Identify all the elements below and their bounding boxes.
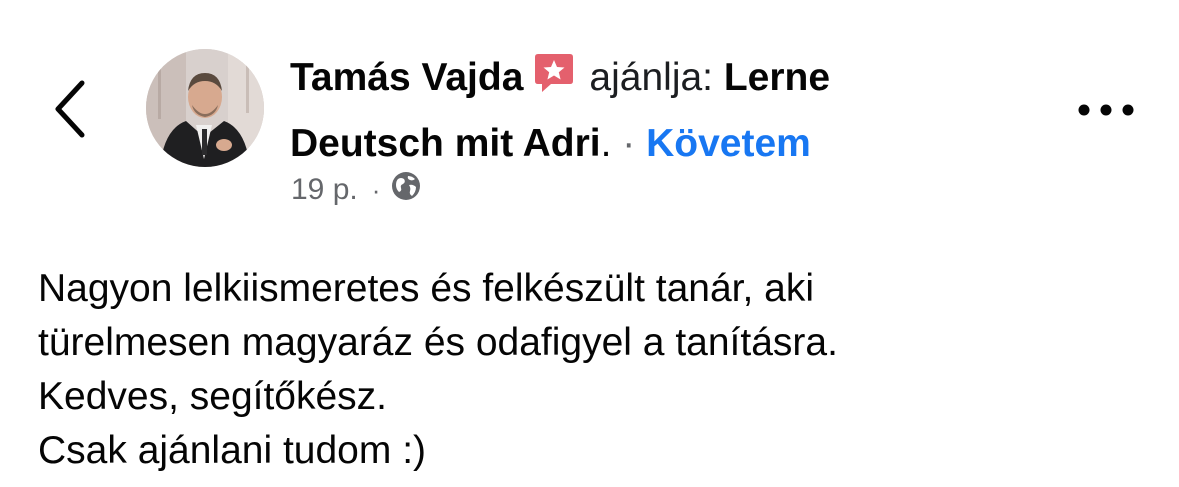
post-meta: 19 p. · bbox=[291, 168, 422, 212]
more-options-button[interactable] bbox=[1070, 88, 1142, 136]
meta-separator: · bbox=[371, 174, 381, 205]
recommendation-star-icon bbox=[533, 52, 575, 114]
post-text-line: Kedves, segítőkész. bbox=[38, 375, 388, 418]
post-text-line: Csak ajánlani tudom :) bbox=[38, 429, 427, 472]
page-name-suffix: . bbox=[600, 122, 612, 165]
post-text: Nagyon lelkiismeretes és felkészült taná… bbox=[38, 262, 1158, 478]
post-header: Tamás Vajda ajánlja: Lerne Deutsch mit A… bbox=[290, 48, 970, 174]
post-text-line: türelmesen magyaráz és odafigyel a tanít… bbox=[38, 321, 838, 364]
header-separator: · bbox=[622, 122, 636, 165]
more-options-icon bbox=[1076, 103, 1136, 122]
chevron-left-icon bbox=[52, 77, 92, 146]
globe-icon[interactable] bbox=[390, 170, 422, 210]
back-button[interactable] bbox=[44, 76, 100, 146]
post-time[interactable]: 19 p. bbox=[291, 173, 358, 207]
recommends-label: ajánlja: bbox=[589, 56, 714, 99]
follow-button[interactable]: Követem bbox=[646, 122, 811, 165]
avatar[interactable] bbox=[146, 49, 264, 167]
post-text-line: Nagyon lelkiismeretes és felkészült taná… bbox=[38, 267, 815, 310]
author-name[interactable]: Tamás Vajda bbox=[290, 56, 523, 99]
